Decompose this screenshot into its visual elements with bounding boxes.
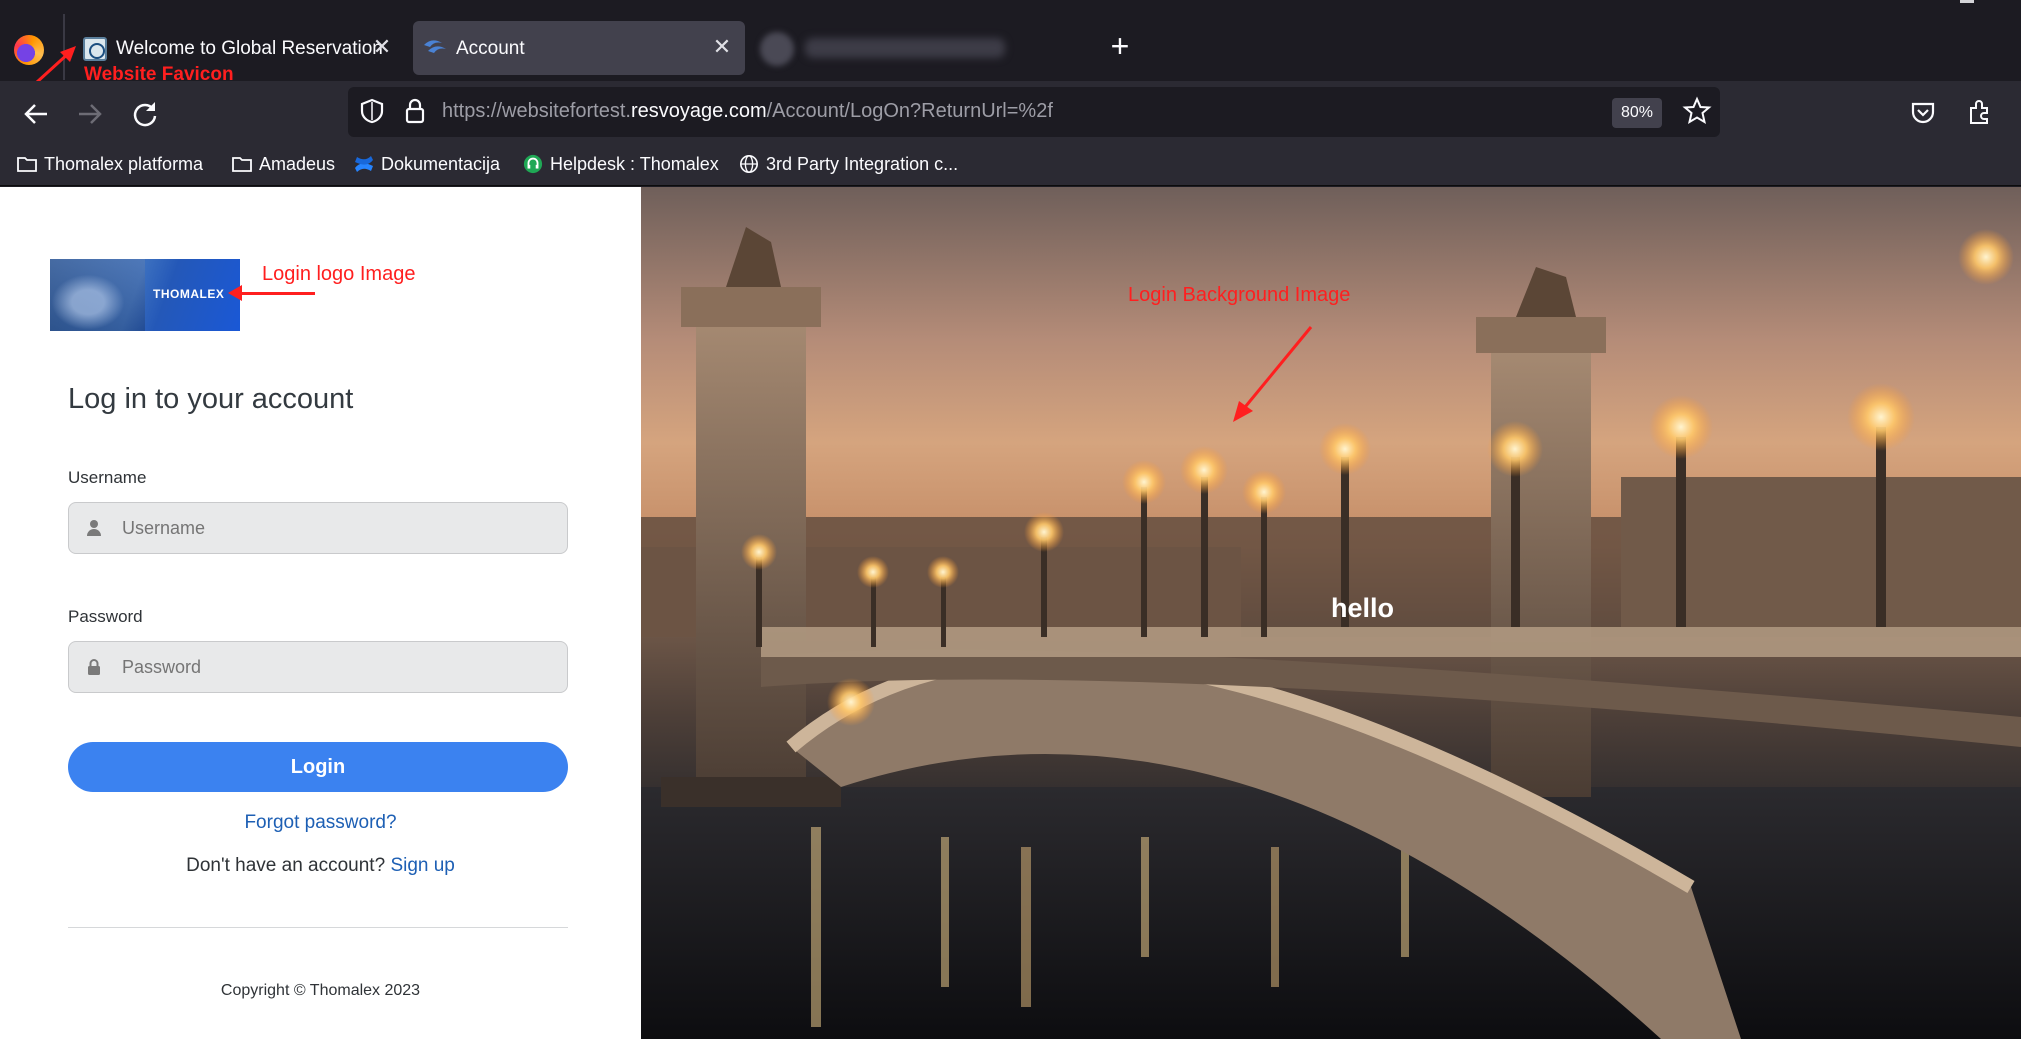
headset-icon bbox=[523, 154, 543, 174]
back-button[interactable] bbox=[22, 100, 50, 128]
bookmark-label: Helpdesk : Thomalex bbox=[550, 153, 719, 174]
globe-favicon-icon bbox=[83, 37, 107, 61]
login-logo-image: THOMALEX bbox=[50, 259, 240, 331]
arrow-right-icon bbox=[79, 104, 102, 124]
blurred-favicon bbox=[760, 32, 794, 66]
bookmark-label: Amadeus bbox=[259, 153, 336, 174]
bookmark-label: Dokumentacija bbox=[381, 153, 501, 174]
bookmark-item[interactable]: Thomalex platforma bbox=[16, 152, 203, 176]
user-icon bbox=[87, 520, 101, 536]
arrow-left-icon bbox=[24, 104, 47, 124]
signup-link[interactable]: Sign up bbox=[390, 855, 454, 876]
browser-nav-bar: https://websitefortest.resvoyage.com/Acc… bbox=[0, 81, 2021, 144]
lock-icon[interactable] bbox=[405, 98, 425, 124]
zoom-level-badge[interactable]: 80% bbox=[1612, 98, 1662, 128]
logo-brand-text: THOMALEX bbox=[153, 287, 225, 301]
folder-icon bbox=[232, 157, 252, 172]
forward-button[interactable] bbox=[76, 100, 104, 128]
close-icon[interactable]: ✕ bbox=[369, 34, 395, 60]
copyright-text: Copyright © Thomalex 2023 bbox=[220, 982, 421, 999]
blurred-tab-title bbox=[805, 38, 1005, 58]
confluence-icon bbox=[355, 156, 373, 172]
url-text[interactable]: https://websitefortest.resvoyage.com/Acc… bbox=[442, 100, 1053, 123]
tab-label: Account bbox=[456, 38, 525, 59]
password-label: Password bbox=[68, 607, 143, 626]
username-label: Username bbox=[68, 468, 147, 487]
bookmarks-bar: Thomalex platforma Amadeus Dokumentacija… bbox=[0, 144, 2021, 186]
bookmark-label: Thomalex platforma bbox=[44, 153, 204, 174]
no-account-text: Don't have an account? bbox=[186, 855, 386, 876]
login-panel: THOMALEX Login logo Image Log in to your… bbox=[0, 187, 641, 1039]
folder-icon bbox=[17, 157, 37, 172]
annotation-logo: Login logo Image bbox=[262, 263, 416, 285]
overlay-text: hello bbox=[1331, 593, 1395, 623]
reload-icon bbox=[133, 102, 157, 127]
bookmark-item[interactable]: Dokumentacija bbox=[353, 152, 500, 176]
forgot-password-link[interactable]: Forgot password? bbox=[0, 812, 641, 834]
bookmark-item[interactable]: 3rd Party Integration c... bbox=[738, 152, 958, 176]
signup-prompt: Don't have an account? Sign up bbox=[0, 855, 641, 877]
close-icon[interactable]: ✕ bbox=[709, 34, 735, 60]
thomalex-favicon-icon bbox=[422, 37, 446, 61]
tab-blurred[interactable] bbox=[757, 21, 1079, 75]
lock-icon bbox=[88, 659, 100, 675]
divider bbox=[68, 927, 568, 928]
new-tab-button[interactable]: + bbox=[1107, 30, 1133, 62]
username-input[interactable] bbox=[122, 518, 552, 539]
bookmark-item[interactable]: Helpdesk : Thomalex bbox=[522, 152, 719, 176]
extensions-icon[interactable] bbox=[1966, 98, 1994, 126]
url-path: /Account/LogOn?ReturnUrl=%2f bbox=[766, 100, 1053, 122]
annotation-background: Login Background Image bbox=[1128, 284, 1351, 306]
login-button[interactable]: Login bbox=[68, 742, 568, 792]
username-field[interactable] bbox=[68, 502, 568, 554]
shield-icon[interactable] bbox=[360, 98, 384, 124]
pocket-icon[interactable] bbox=[1910, 100, 1936, 126]
bookmark-label: 3rd Party Integration c... bbox=[766, 153, 959, 174]
globe-icon bbox=[740, 155, 758, 173]
page-title: Log in to your account bbox=[68, 383, 354, 415]
tab-account[interactable]: Account ✕ bbox=[413, 21, 745, 75]
page-content: THOMALEX Login logo Image Log in to your… bbox=[0, 187, 2021, 1039]
browser-tab-bar: Welcome to Global Reservation ✕ Account … bbox=[0, 0, 2021, 94]
url-bar[interactable]: https://websitefortest.resvoyage.com/Acc… bbox=[348, 87, 1720, 137]
login-background-image: Login Background Image hello bbox=[641, 187, 2021, 1039]
password-field[interactable] bbox=[68, 641, 568, 693]
tab-label: Welcome to Global Reservation bbox=[116, 38, 383, 59]
url-prefix: https://websitefortest. bbox=[442, 100, 631, 122]
password-input[interactable] bbox=[122, 657, 552, 678]
url-host: resvoyage.com bbox=[630, 100, 767, 122]
bookmark-item[interactable]: Amadeus bbox=[231, 152, 335, 176]
logo-photo bbox=[50, 259, 145, 331]
annotation-arrow-logo bbox=[228, 285, 315, 301]
reload-button[interactable] bbox=[131, 100, 159, 128]
window-control[interactable] bbox=[1960, 0, 1974, 3]
bookmark-star-icon[interactable] bbox=[1682, 96, 1712, 126]
